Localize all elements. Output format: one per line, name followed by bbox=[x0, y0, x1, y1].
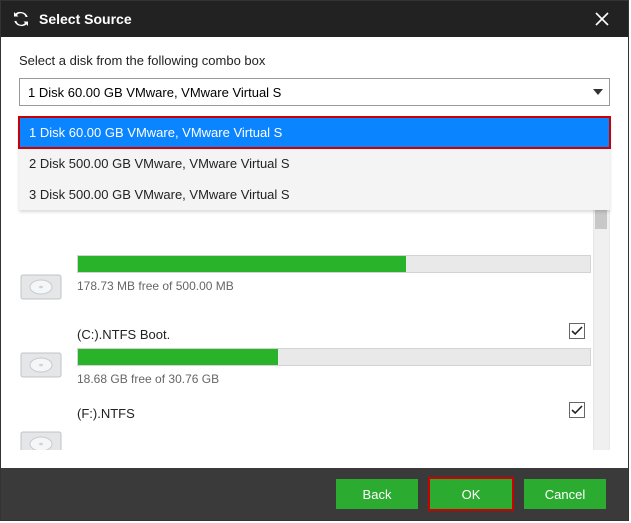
ok-button[interactable]: OK bbox=[430, 479, 512, 509]
disk-icon bbox=[19, 424, 63, 450]
usage-fill bbox=[78, 349, 278, 365]
disk-combobox[interactable]: 1 Disk 60.00 GB VMware, VMware Virtual S bbox=[19, 78, 610, 106]
partition-name: (C:).NTFS Boot. bbox=[77, 327, 591, 342]
combo-selected-label: 1 Disk 60.00 GB VMware, VMware Virtual S bbox=[28, 85, 281, 100]
disk-icon bbox=[19, 345, 63, 385]
partition-item[interactable]: 178.73 MB free of 500.00 MB bbox=[19, 239, 591, 317]
partition-name: (F:).NTFS bbox=[77, 406, 591, 421]
disk-option[interactable]: 3 Disk 500.00 GB VMware, VMware Virtual … bbox=[19, 179, 610, 210]
partition-checkbox[interactable] bbox=[569, 323, 585, 339]
usage-fill bbox=[78, 256, 406, 272]
close-button[interactable] bbox=[586, 3, 618, 35]
partition-item[interactable]: (C:).NTFS Boot. 18.68 GB free of 30.76 G… bbox=[19, 317, 591, 396]
disk-dropdown: 1 Disk 60.00 GB VMware, VMware Virtual S… bbox=[19, 117, 610, 210]
chevron-down-icon bbox=[593, 89, 603, 95]
window-title: Select Source bbox=[39, 11, 586, 27]
partition-checkbox[interactable] bbox=[569, 402, 585, 418]
cancel-button[interactable]: Cancel bbox=[524, 479, 606, 509]
disk-option[interactable]: 2 Disk 500.00 GB VMware, VMware Virtual … bbox=[19, 148, 610, 179]
prompt-text: Select a disk from the following combo b… bbox=[19, 53, 610, 68]
usage-bar bbox=[77, 348, 591, 366]
disk-option[interactable]: 1 Disk 60.00 GB VMware, VMware Virtual S bbox=[19, 117, 610, 148]
footer: Back OK Cancel bbox=[1, 468, 628, 520]
sync-icon bbox=[11, 9, 31, 29]
back-button[interactable]: Back bbox=[336, 479, 418, 509]
free-text: 178.73 MB free of 500.00 MB bbox=[77, 279, 591, 293]
usage-bar bbox=[77, 255, 591, 273]
disk-icon bbox=[19, 267, 63, 307]
free-text: 18.68 GB free of 30.76 GB bbox=[77, 372, 591, 386]
titlebar: Select Source bbox=[1, 1, 628, 37]
partition-item[interactable]: (F:).NTFS bbox=[19, 396, 591, 450]
